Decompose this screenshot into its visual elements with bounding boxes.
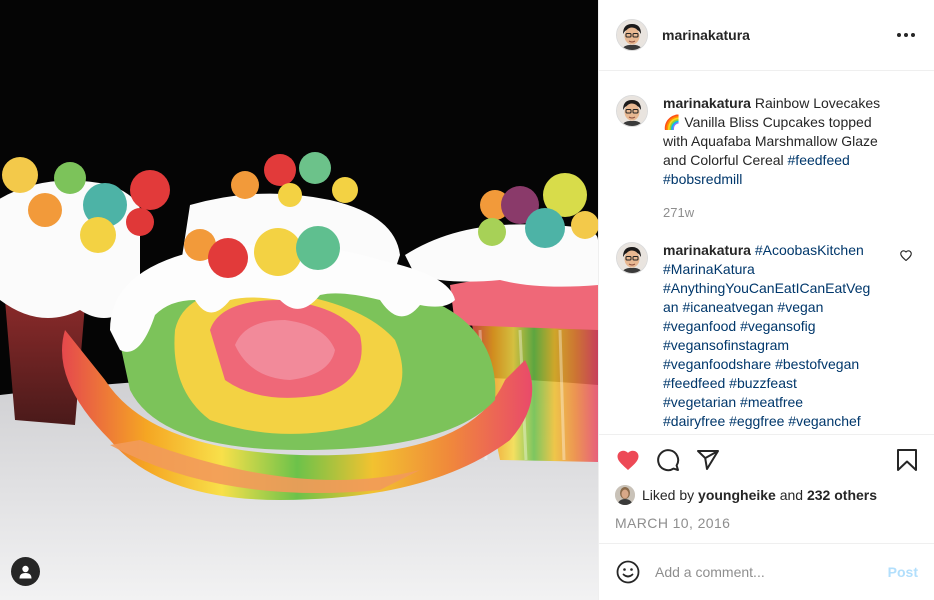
- more-horizontal-icon[interactable]: [894, 23, 918, 47]
- comment-icon[interactable]: [655, 447, 681, 473]
- add-comment-bar: Post: [599, 543, 934, 600]
- post-photo[interactable]: [0, 0, 598, 600]
- avatar[interactable]: [616, 19, 648, 51]
- caption-username[interactable]: marinakatura: [663, 95, 751, 111]
- emoji-icon[interactable]: [615, 559, 641, 585]
- post-header: marinakatura: [599, 0, 934, 71]
- hashtag-line[interactable]: #veganfoodshare #bestofvegan: [663, 355, 893, 374]
- likes-prefix: Liked by: [642, 487, 695, 503]
- post-actions: Liked by youngheike and 232 others MARCH…: [599, 434, 934, 531]
- caption: marinakatura Rainbow Lovecakes 🌈 Vanilla…: [616, 94, 918, 222]
- caption-timestamp[interactable]: 271w: [663, 203, 893, 222]
- share-icon[interactable]: [695, 447, 721, 473]
- hashtag-line[interactable]: an #icaneatvegan #vegan: [663, 298, 893, 317]
- hashtag-link[interactable]: #feedfeed: [788, 152, 850, 168]
- cupcake-image: [0, 0, 598, 600]
- comment-username[interactable]: marinakatura: [663, 242, 751, 258]
- comment-input[interactable]: [655, 564, 888, 580]
- hashtag-line[interactable]: #vegansofinstagram: [663, 336, 893, 355]
- avatar[interactable]: [616, 242, 648, 274]
- comment: marinakatura #AcoobasKitchen #MarinaKatu…: [616, 241, 918, 431]
- heart-outline-icon[interactable]: [900, 248, 912, 264]
- user-tag-icon[interactable]: [11, 557, 40, 586]
- liker-avatar[interactable]: [615, 485, 635, 505]
- heart-filled-icon[interactable]: [615, 447, 641, 473]
- post-author-username[interactable]: marinakatura: [662, 27, 894, 43]
- likes-summary: Liked by youngheike and 232 others: [599, 485, 934, 505]
- post-comment-button[interactable]: Post: [888, 564, 918, 580]
- likes-joiner: and: [779, 487, 804, 503]
- comments-list[interactable]: marinakatura Rainbow Lovecakes 🌈 Vanilla…: [599, 72, 934, 434]
- post-sidebar: marinakatura marinakatura Rainbow Loveca…: [598, 0, 934, 600]
- hashtag-line[interactable]: #MarinaKatura: [663, 260, 893, 279]
- likes-others-link[interactable]: 232 others: [807, 487, 877, 503]
- post-date[interactable]: MARCH 10, 2016: [599, 515, 934, 531]
- hashtag-line[interactable]: #dairyfree #eggfree #veganchef: [663, 412, 893, 431]
- hashtag-line[interactable]: #veganfood #vegansofig: [663, 317, 893, 336]
- hashtag-line[interactable]: #AnythingYouCanEatICanEatVeg: [663, 279, 893, 298]
- hashtag-link[interactable]: #bobsredmill: [663, 171, 742, 187]
- avatar[interactable]: [616, 95, 648, 127]
- hashtag-line[interactable]: #feedfeed #buzzfeast: [663, 374, 893, 393]
- hashtag-link[interactable]: #AcoobasKitchen: [755, 242, 864, 258]
- hashtag-line[interactable]: #vegetarian #meatfree: [663, 393, 893, 412]
- bookmark-icon[interactable]: [894, 447, 920, 473]
- liker-username[interactable]: youngheike: [698, 487, 776, 503]
